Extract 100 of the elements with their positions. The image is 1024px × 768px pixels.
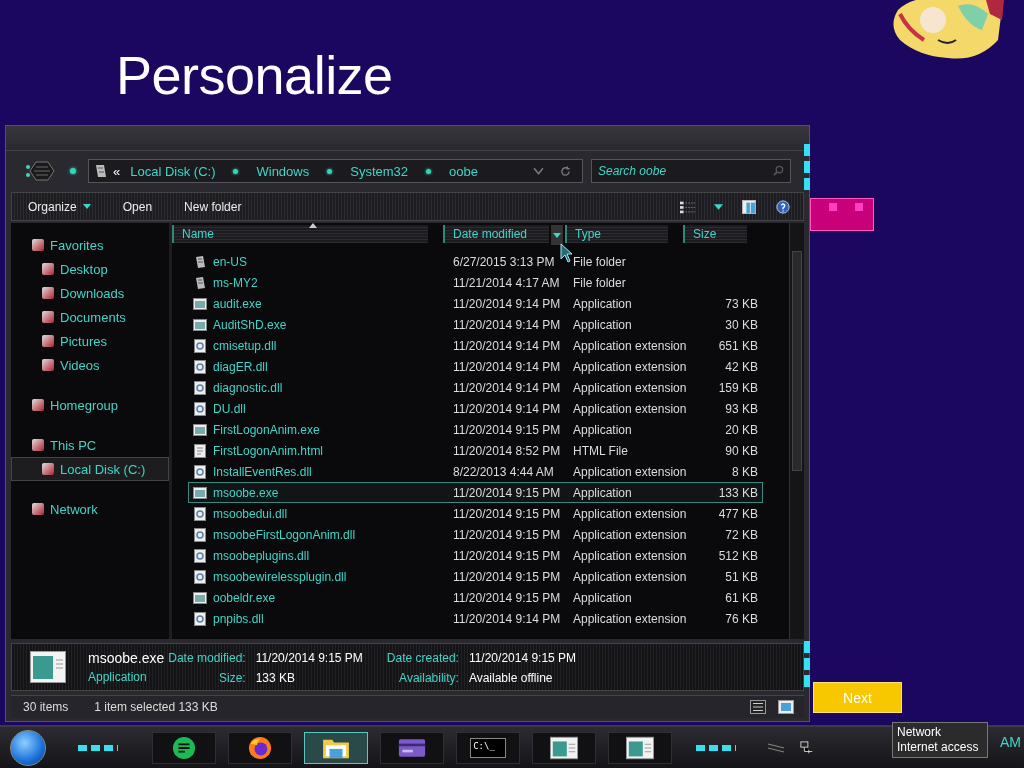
size-cell: 20 KB bbox=[725, 422, 758, 437]
file-name: FirstLogonAnim.exe bbox=[213, 422, 321, 437]
file-row[interactable]: msoobewirelessplugin.dll 11/20/2014 9:15 PM Application extension 51 KB bbox=[188, 566, 763, 587]
toolbar-button[interactable]: Open bbox=[120, 196, 155, 217]
mouse-pointer-icon bbox=[560, 243, 574, 263]
file-row[interactable]: audit.exe 11/20/2014 9:14 PM Application 73 KB bbox=[188, 293, 763, 314]
date-cell-text: 11/20/2014 9:15 PM bbox=[453, 485, 562, 500]
view-icon[interactable] bbox=[680, 199, 696, 214]
toolbar-button[interactable]: New folder bbox=[182, 196, 244, 217]
column-header[interactable]: Size bbox=[683, 225, 747, 243]
date-cell-text: 11/20/2014 9:14 PM bbox=[453, 611, 562, 626]
application-icon bbox=[30, 651, 66, 683]
type-cell-text: Application extension bbox=[573, 338, 688, 353]
taskbar-button[interactable] bbox=[152, 731, 216, 764]
file-row[interactable]: pnpibs.dll 11/20/2014 9:14 PM Application extension 76 KB bbox=[188, 608, 763, 629]
clock-time[interactable]: AM bbox=[1000, 733, 1021, 750]
item-icon bbox=[42, 287, 54, 299]
file-name: en-US bbox=[213, 254, 248, 269]
size-cell: 76 KB bbox=[725, 611, 758, 626]
date-cell-text: 11/20/2014 9:14 PM bbox=[453, 317, 562, 332]
caret-icon[interactable] bbox=[714, 203, 723, 210]
file-row[interactable]: msoobedui.dll 11/20/2014 9:15 PM Application extension 477 KB bbox=[188, 503, 763, 524]
file-row[interactable]: InstallEventRes.dll 8/22/2013 4:44 AM Application extension 8 KB bbox=[188, 461, 763, 482]
file-row[interactable]: en-US 6/27/2015 3:13 PM File folder bbox=[188, 251, 763, 272]
page-title: Personalize bbox=[116, 44, 393, 106]
sidebar-item[interactable]: Homegroup bbox=[11, 393, 169, 417]
sidebar-item[interactable]: Videos bbox=[11, 353, 169, 377]
item-icon bbox=[42, 263, 54, 275]
breadcrumb[interactable]: System32 bbox=[346, 163, 413, 179]
toolbar-button[interactable]: Organize bbox=[26, 196, 93, 217]
file-row[interactable]: ms-MY2 11/21/2014 4:17 AM File folder bbox=[188, 272, 763, 293]
start-button[interactable] bbox=[10, 729, 46, 766]
item-icon bbox=[42, 311, 54, 323]
tooltip-text: Internet access bbox=[897, 740, 980, 755]
taskbar-button[interactable] bbox=[304, 731, 368, 764]
taskbar-button[interactable] bbox=[228, 731, 292, 764]
file-row[interactable]: diagER.dll 11/20/2014 9:14 PM Application extension 42 KB bbox=[188, 356, 763, 377]
tooltip-title: Network bbox=[897, 725, 942, 740]
date-cell-text: 11/20/2014 9:15 PM bbox=[453, 548, 562, 563]
column-header[interactable]: Name bbox=[172, 225, 428, 243]
file-name: oobeldr.exe bbox=[213, 590, 277, 605]
sidebar-item[interactable]: This PC bbox=[11, 433, 169, 457]
sidebar-item[interactable]: Pictures bbox=[11, 329, 169, 353]
file-row[interactable]: AuditShD.exe 11/20/2014 9:14 PM Application 30 KB bbox=[188, 314, 763, 335]
sidebar-item[interactable]: Network bbox=[11, 497, 169, 521]
caret-icon bbox=[82, 204, 91, 209]
file-name: DU.dll bbox=[213, 401, 247, 416]
dropdown-icon[interactable] bbox=[533, 165, 544, 177]
breadcrumb[interactable]: oobe bbox=[445, 163, 482, 179]
dropdown-icon[interactable] bbox=[551, 225, 563, 245]
sidebar-item[interactable]: Desktop bbox=[11, 257, 169, 281]
file-name: InstallEventRes.dll bbox=[213, 464, 313, 479]
breadcrumb[interactable]: Local Disk (C:) bbox=[126, 163, 220, 179]
date-cell-text: 8/22/2013 4:44 AM bbox=[453, 464, 555, 479]
thumbnail-view-icon[interactable] bbox=[778, 700, 794, 714]
sidebar-item[interactable]: Favorites bbox=[11, 233, 169, 257]
file-row[interactable]: diagnostic.dll 11/20/2014 9:14 PM Application extension 159 KB bbox=[188, 377, 763, 398]
breadcrumb[interactable]: Windows bbox=[252, 163, 314, 179]
scrollbar[interactable] bbox=[789, 223, 804, 639]
help-icon[interactable] bbox=[775, 199, 791, 214]
sidebar-item[interactable]: Local Disk (C:) bbox=[11, 457, 169, 481]
separator-dot bbox=[327, 168, 333, 174]
item-icon bbox=[42, 463, 54, 475]
gear-file-icon bbox=[193, 380, 207, 395]
sidebar-item[interactable]: Documents bbox=[11, 305, 169, 329]
network-icon[interactable] bbox=[800, 740, 814, 755]
taskbar-button[interactable]: C:\_ bbox=[456, 731, 520, 764]
file-row[interactable]: FirstLogonAnim.html 11/20/2014 8:52 PM HTML File 90 KB bbox=[188, 440, 763, 461]
type-cell-text: Application extension bbox=[573, 527, 688, 542]
file-row[interactable]: msoobe.exe 11/20/2014 9:15 PM Application 133 KB bbox=[188, 482, 763, 503]
type-cell-text: Application extension bbox=[573, 464, 688, 479]
file-row[interactable]: FirstLogonAnim.exe 11/20/2014 9:15 PM Application 20 KB bbox=[188, 419, 763, 440]
date-cell-text: 6/27/2015 3:13 PM bbox=[453, 254, 556, 269]
color-tile bbox=[810, 198, 874, 231]
address-bar[interactable]: « Local Disk (C:) Windows System32 oobe bbox=[88, 159, 583, 183]
refresh-icon[interactable] bbox=[560, 165, 571, 177]
type-cell-text: Application extension bbox=[573, 569, 688, 584]
date-cell-text: 11/20/2014 9:15 PM bbox=[453, 527, 562, 542]
sidebar-item[interactable]: Downloads bbox=[11, 281, 169, 305]
size-cell: 30 KB bbox=[725, 317, 758, 332]
search-field[interactable]: Search oobe bbox=[591, 159, 791, 183]
history-chevron[interactable]: « bbox=[113, 163, 121, 179]
file-row[interactable]: msoobeplugins.dll 11/20/2014 9:15 PM Application extension 512 KB bbox=[188, 545, 763, 566]
type-cell-text: Application bbox=[573, 485, 633, 500]
file-row[interactable]: DU.dll 11/20/2014 9:14 PM Application extension 93 KB bbox=[188, 398, 763, 419]
file-row[interactable]: msoobeFirstLogonAnim.dll 11/20/2014 9:15 PM Application extension 72 KB bbox=[188, 524, 763, 545]
column-header[interactable]: Type bbox=[565, 225, 668, 243]
file-row[interactable]: cmisetup.dll 11/20/2014 9:14 PM Application extension 651 KB bbox=[188, 335, 763, 356]
column-header[interactable]: Date modified bbox=[443, 225, 549, 243]
details-view-icon[interactable] bbox=[750, 700, 766, 714]
gear-file-icon bbox=[193, 359, 207, 374]
field-label: Size: bbox=[217, 671, 246, 685]
taskbar-button[interactable] bbox=[608, 731, 672, 764]
date-cell-text: 11/20/2014 9:14 PM bbox=[453, 296, 562, 311]
preview-pane-icon[interactable] bbox=[741, 199, 757, 214]
type-cell-text: File folder bbox=[573, 275, 627, 290]
file-name: audit.exe bbox=[213, 296, 263, 311]
gear-file-icon bbox=[193, 527, 207, 542]
file-row[interactable]: oobeldr.exe 11/20/2014 9:15 PM Application 61 KB bbox=[188, 587, 763, 608]
taskbar-button[interactable] bbox=[532, 731, 596, 764]
